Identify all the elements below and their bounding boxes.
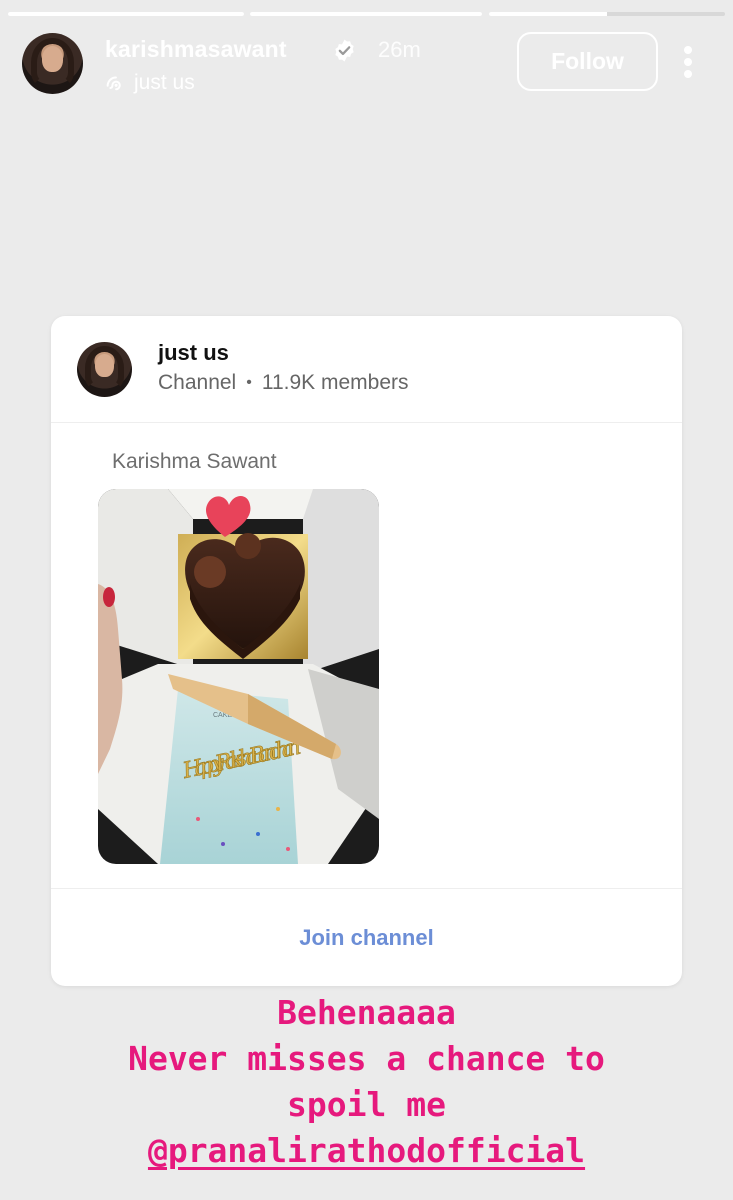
profile-avatar[interactable] bbox=[22, 33, 83, 94]
progress-segment-1 bbox=[8, 12, 244, 16]
mention-link[interactable]: @pranalirathodofficial bbox=[148, 1131, 585, 1170]
more-options-icon[interactable] bbox=[675, 42, 701, 82]
caption-line-1: Behenaaaa bbox=[277, 993, 456, 1032]
channel-link[interactable]: just us bbox=[104, 70, 195, 96]
caption-line-3: spoil me bbox=[287, 1085, 446, 1124]
story-progress bbox=[0, 12, 733, 17]
username[interactable]: karishmasawant bbox=[105, 36, 287, 63]
caption-line-2: Never misses a chance to bbox=[128, 1039, 605, 1078]
story-caption: Behenaaaa Never misses a chance to spoil… bbox=[0, 990, 733, 1174]
message-author: Karishma Sawant bbox=[112, 450, 277, 473]
progress-segment-3 bbox=[489, 12, 725, 16]
cake-photo-illustration: CAKE TOP Happy Raksha Bandhan bbox=[98, 489, 379, 864]
story-time: 26m bbox=[378, 37, 421, 62]
verified-badge-icon bbox=[335, 39, 354, 62]
progress-segment-2 bbox=[250, 12, 482, 16]
story-header: karishmasawant 26m just us Follow bbox=[0, 30, 733, 100]
channel-type: Channel bbox=[158, 371, 237, 394]
channel-meta: Channel • 11.9K members bbox=[158, 371, 409, 395]
join-channel-button[interactable]: Join channel bbox=[51, 889, 682, 986]
card-header: just us Channel • 11.9K members bbox=[51, 316, 682, 423]
channel-link-label: just us bbox=[134, 71, 195, 94]
member-count: 11.9K members bbox=[261, 371, 409, 394]
channel-card[interactable]: just us Channel • 11.9K members Karishma… bbox=[51, 316, 682, 986]
meta-separator: • bbox=[246, 374, 252, 391]
follow-button[interactable]: Follow bbox=[517, 32, 658, 91]
channel-avatar bbox=[77, 342, 132, 397]
channel-broadcast-icon bbox=[106, 76, 121, 91]
cake-photo[interactable]: CAKE TOP Happy Raksha Bandhan bbox=[98, 489, 379, 864]
channel-title: just us bbox=[158, 340, 229, 365]
card-footer: Join channel bbox=[51, 888, 682, 986]
